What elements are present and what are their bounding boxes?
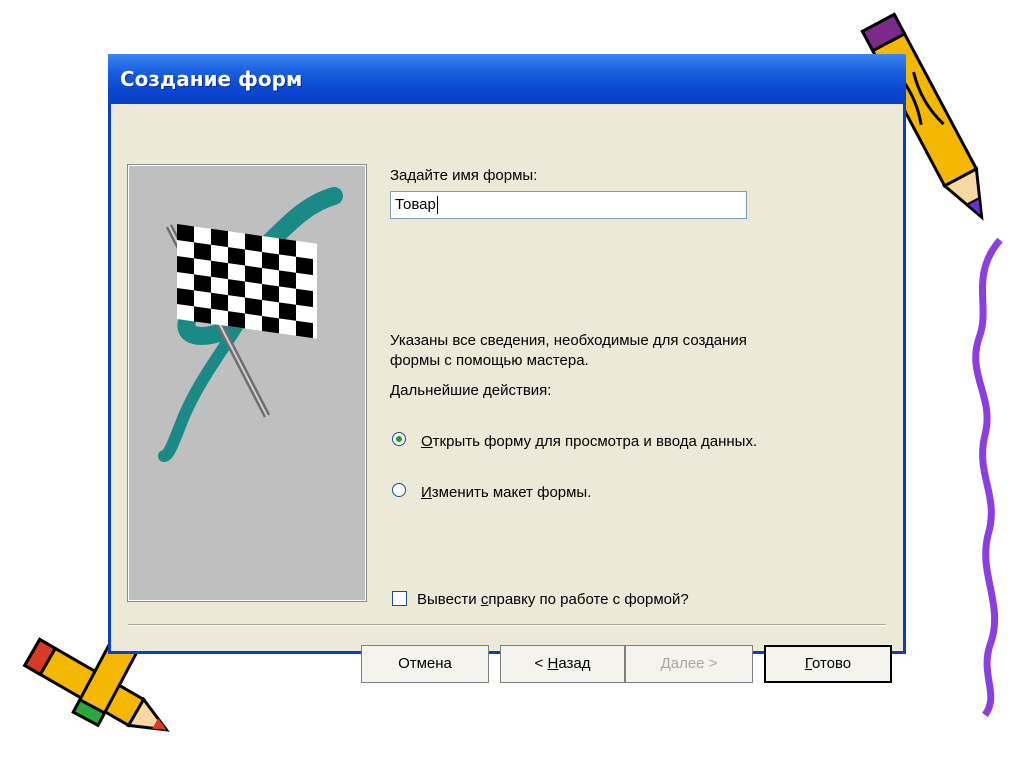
text-caret [436, 196, 438, 215]
help-checkbox-row[interactable]: Вывести справку по работе с формой? [392, 588, 832, 610]
back-button[interactable]: < Назад [500, 645, 625, 683]
next-actions-label: Дальнейшие действия: [390, 382, 552, 399]
option-open-form-label: Открыть форму для просмотра и ввода данн… [421, 433, 758, 450]
option-edit-layout-label: Изменить макет формы. [421, 484, 592, 501]
checkered-flag-icon [158, 187, 343, 462]
cancel-button[interactable]: Отмена [361, 645, 489, 683]
form-name-value: Товар [395, 196, 436, 213]
wizard-picture [127, 164, 367, 602]
form-name-input[interactable]: Товар [390, 191, 747, 219]
help-checkbox[interactable] [392, 591, 407, 606]
option-edit-layout[interactable]: Изменить макет формы. [392, 480, 832, 504]
next-button[interactable]: Далее > [625, 645, 753, 683]
radio-edit-layout[interactable] [392, 483, 406, 497]
info-text-line-1: Указаны все сведения, необходимые для со… [390, 332, 747, 349]
dialog-title: Создание форм [108, 54, 906, 104]
info-text-line-2: формы с помощью мастера. [390, 352, 589, 369]
finish-button[interactable]: Готово [764, 645, 892, 683]
help-checkbox-label: Вывести справку по работе с формой? [417, 591, 689, 608]
squiggle-decoration-icon [972, 237, 1003, 718]
option-open-form[interactable]: Открыть форму для просмотра и ввода данн… [392, 429, 832, 453]
form-wizard-dialog: Создание форм Задайте имя формы: Товар У… [108, 54, 906, 683]
form-name-label: Задайте имя формы: [390, 167, 538, 184]
button-separator [128, 624, 886, 626]
radio-open-form[interactable] [392, 432, 406, 446]
radio-selected-dot [396, 436, 402, 442]
